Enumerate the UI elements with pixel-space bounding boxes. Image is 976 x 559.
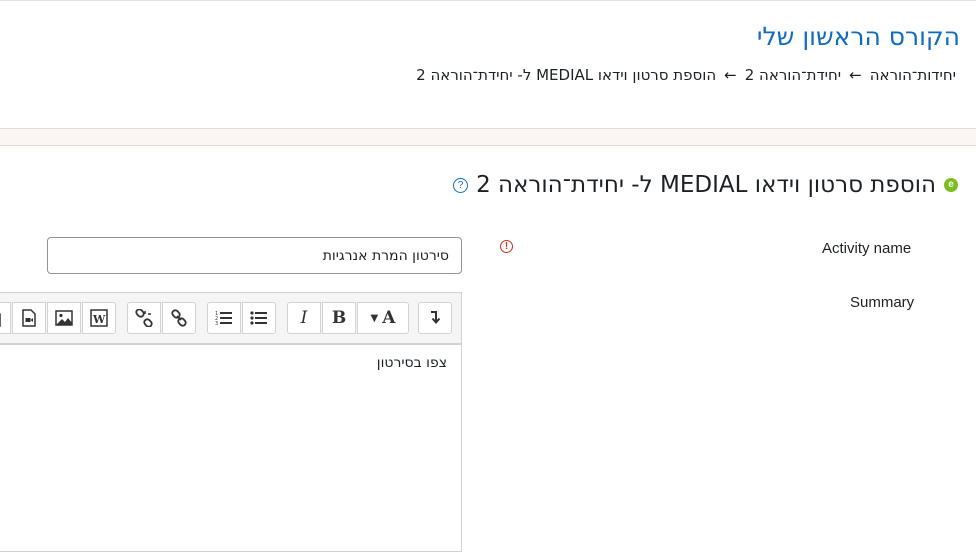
activity-name-label: Activity name: [822, 240, 912, 257]
caret-down-icon: ▼: [370, 312, 379, 324]
breadcrumb-separator: ←: [849, 66, 862, 84]
summary-label: Summary: [850, 294, 915, 311]
insert-file-button[interactable]: [0, 302, 11, 334]
page-heading: e הוספת סרטון וידאו MEDIAL ל- יחידת־הורא…: [453, 172, 958, 198]
toolbar-toggle-button[interactable]: [418, 302, 452, 334]
svg-text:3: 3: [215, 321, 218, 326]
summary-editor[interactable]: צפו בסירטון: [0, 344, 462, 552]
insert-image-button[interactable]: [47, 302, 81, 334]
bold-button[interactable]: B: [322, 302, 356, 334]
italic-button[interactable]: I: [287, 302, 321, 334]
help-icon[interactable]: ?: [453, 177, 469, 193]
breadcrumb: יחידות־הוראה ← יחידת־הוראה 2 ← הוספת סרט…: [416, 66, 956, 84]
word-import-button[interactable]: W: [82, 302, 116, 334]
text-color-icon: A: [382, 308, 396, 328]
summary-text: צפו בסירטון: [376, 355, 447, 371]
top-divider: [0, 0, 976, 1]
ordered-list-icon: 123: [215, 311, 232, 326]
medial-module-icon: e: [944, 178, 958, 192]
header-band: [0, 128, 976, 146]
unlink-button[interactable]: [127, 302, 161, 334]
editor-toolbar: ▼ A B I 123 W: [0, 292, 462, 344]
media-file-icon: [22, 309, 36, 327]
word-document-icon: W: [90, 309, 108, 327]
text-color-button[interactable]: ▼ A: [357, 302, 409, 334]
breadcrumb-item-units[interactable]: יחידות־הוראה: [870, 66, 956, 84]
required-icon: !: [500, 240, 513, 253]
link-button[interactable]: [162, 302, 196, 334]
unordered-list-icon: [250, 311, 267, 325]
svg-text:W: W: [92, 313, 106, 326]
bold-icon: B: [331, 308, 347, 328]
activity-name-input[interactable]: [47, 237, 462, 274]
breadcrumb-item-unit-2[interactable]: יחידת־הוראה 2: [745, 66, 841, 84]
course-title[interactable]: הקורס הראשון שלי: [757, 22, 960, 51]
arrow-down-return-icon: [431, 311, 441, 325]
unlink-icon: [135, 309, 153, 327]
ordered-list-button[interactable]: 123: [207, 302, 241, 334]
breadcrumb-separator: ←: [724, 66, 737, 84]
link-icon: [171, 309, 187, 327]
breadcrumb-item-current: הוספת סרטון וידאו MEDIAL ל- יחידת־הוראה …: [416, 66, 717, 84]
file-icon: [0, 312, 1, 327]
insert-media-button[interactable]: [12, 302, 46, 334]
unordered-list-button[interactable]: [242, 302, 276, 334]
page-title: הוספת סרטון וידאו MEDIAL ל- יחידת־הוראה …: [476, 172, 936, 198]
image-icon: [55, 310, 73, 326]
italic-icon: I: [300, 308, 308, 328]
